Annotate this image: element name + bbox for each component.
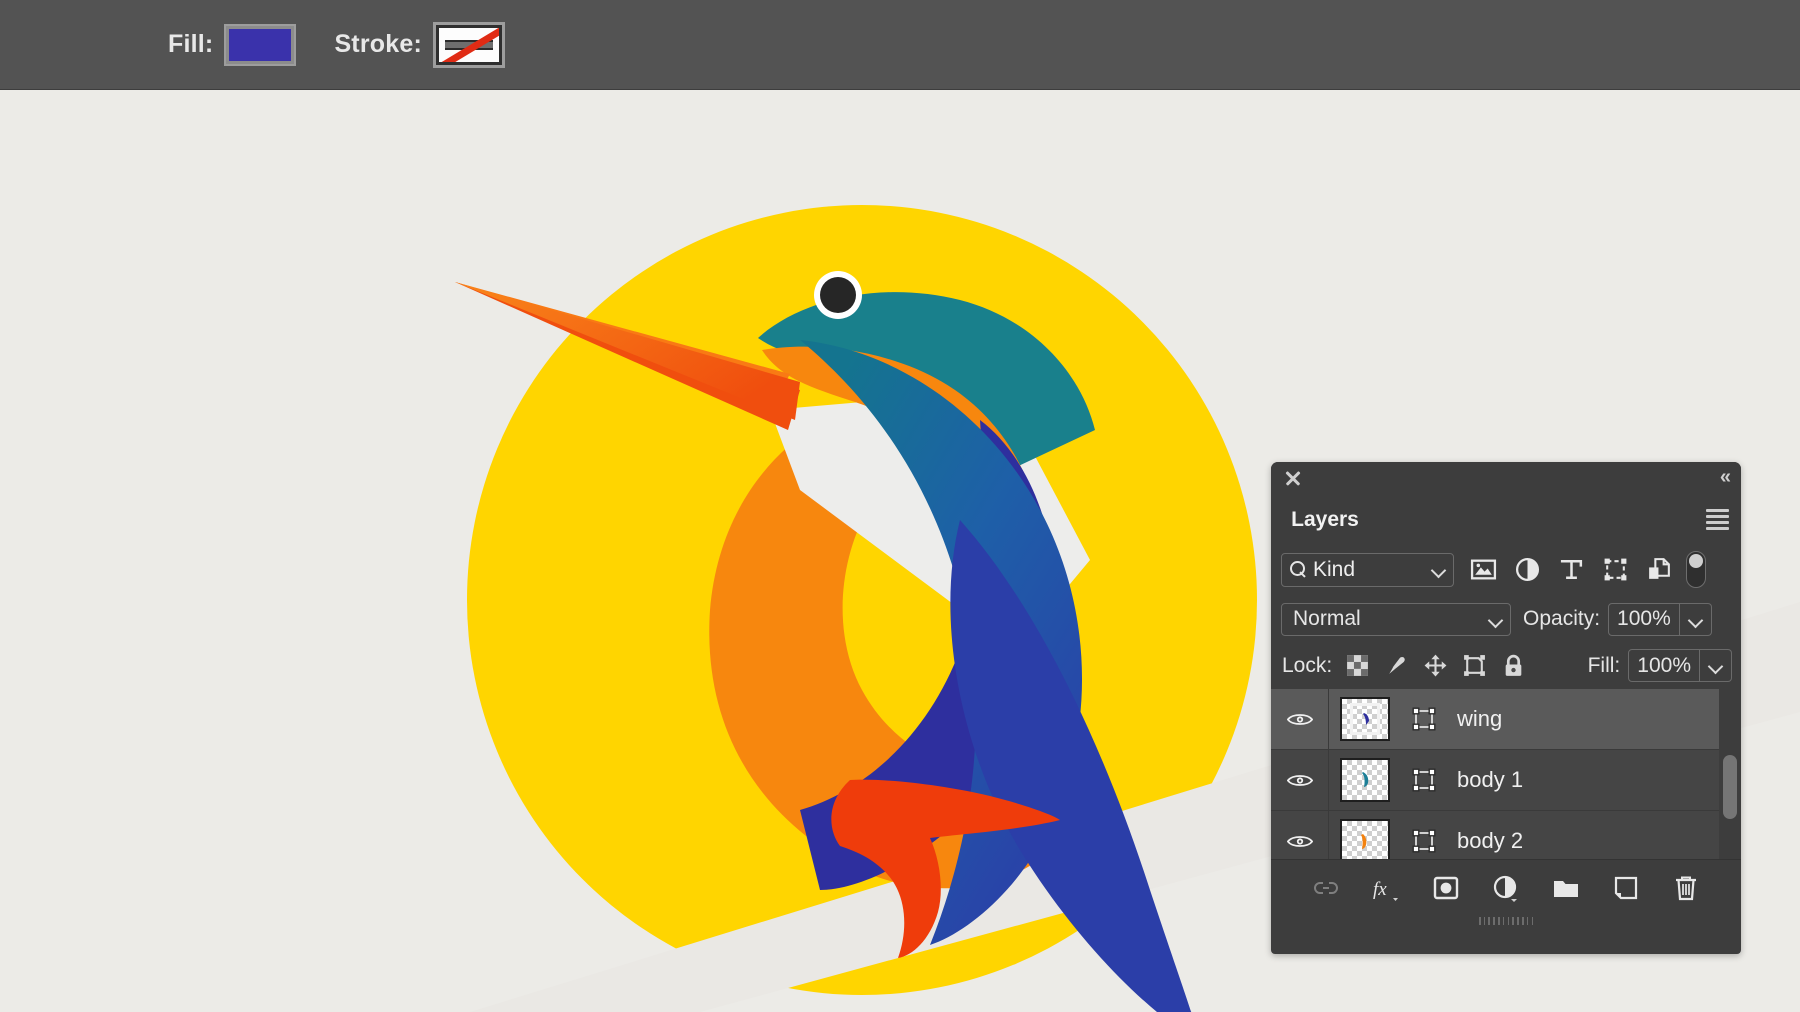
stroke-label: Stroke: (334, 30, 422, 59)
vector-mask-icon[interactable] (1401, 706, 1447, 732)
layer-row[interactable]: body 2 (1271, 811, 1741, 859)
search-icon (1290, 561, 1307, 578)
link-layers-button[interactable] (1311, 873, 1341, 903)
panel-tab-row: Layers (1271, 496, 1741, 543)
adjustment-icon (1491, 873, 1521, 903)
trash-icon (1671, 873, 1701, 903)
new-layer-icon (1611, 873, 1641, 903)
layer-name[interactable]: body 2 (1447, 828, 1523, 854)
add-layer-mask-button[interactable] (1431, 873, 1461, 903)
opacity-stepper[interactable] (1680, 603, 1712, 636)
new-layer-button[interactable] (1611, 873, 1641, 903)
options-bar: Fill: Stroke: (0, 0, 1800, 90)
layer-style-button[interactable]: fx (1371, 873, 1401, 903)
vector-mask-icon[interactable] (1401, 767, 1447, 793)
eye-pupil (820, 277, 856, 313)
filter-adjustment-layers-icon[interactable] (1514, 556, 1541, 583)
new-group-button[interactable] (1551, 873, 1581, 903)
eye-icon (1287, 711, 1313, 728)
layer-name[interactable]: wing (1447, 706, 1502, 732)
vector-mask-icon[interactable] (1401, 828, 1447, 854)
panel-bottom-toolbar: fx (1271, 859, 1741, 915)
delete-layer-button[interactable] (1671, 873, 1701, 903)
fill-label: Fill: (168, 30, 213, 59)
chevron-down-icon (1489, 613, 1502, 626)
lock-artboard-nesting-icon[interactable] (1462, 653, 1487, 678)
filter-type-layers-icon[interactable] (1558, 556, 1585, 583)
filter-shape-layers-icon[interactable] (1602, 556, 1629, 583)
lock-row: Lock: Fill: 100% (1271, 642, 1741, 689)
fx-icon: fx (1371, 873, 1401, 903)
filter-pixel-layers-icon[interactable] (1470, 556, 1497, 583)
filter-smart-object-icon[interactable] (1646, 556, 1673, 583)
stroke-none-icon (439, 28, 499, 62)
layer-filter-row: Kind (1271, 543, 1741, 596)
blend-mode-value: Normal (1293, 607, 1489, 631)
svg-text:fx: fx (1373, 879, 1387, 900)
layer-list[interactable]: wing (1271, 689, 1741, 859)
panel-resize-grip[interactable] (1271, 915, 1741, 927)
close-icon[interactable] (1283, 468, 1303, 488)
chevron-down-icon (1709, 659, 1722, 672)
filter-kind-label: Kind (1307, 558, 1432, 582)
filter-enable-toggle[interactable] (1686, 551, 1706, 588)
layer-thumbnail[interactable] (1329, 697, 1401, 741)
layer-visibility-toggle[interactable] (1271, 811, 1329, 859)
new-adjustment-layer-button[interactable] (1491, 873, 1521, 903)
collapse-double-chevron-icon[interactable]: « (1720, 467, 1729, 487)
eye-icon (1287, 772, 1313, 789)
fill-color-swatch[interactable] (224, 24, 296, 66)
layer-thumbnail[interactable] (1329, 819, 1401, 859)
fill-opacity-stepper[interactable] (1700, 649, 1732, 682)
layer-thumbnail[interactable] (1329, 758, 1401, 802)
layer-row[interactable]: body 1 (1271, 750, 1741, 811)
mask-icon (1431, 873, 1461, 903)
lock-position-icon[interactable] (1423, 653, 1448, 678)
lock-label: Lock: (1282, 654, 1332, 678)
panel-titlebar[interactable]: « (1271, 462, 1741, 496)
layers-panel[interactable]: « Layers Kind (1271, 462, 1741, 954)
blend-opacity-row: Normal Opacity: 100% (1271, 596, 1741, 642)
fill-opacity-label: Fill: (1588, 654, 1621, 678)
chevron-down-icon (1432, 563, 1445, 576)
lock-transparent-pixels-icon[interactable] (1345, 653, 1370, 678)
tab-layers-label: Layers (1291, 508, 1359, 532)
eye-icon (1287, 833, 1313, 850)
chevron-down-icon (1689, 613, 1702, 626)
fill-opacity-input[interactable]: 100% (1628, 649, 1700, 682)
stroke-color-swatch[interactable] (433, 22, 505, 68)
filter-kind-select[interactable]: Kind (1281, 553, 1454, 587)
layer-visibility-toggle[interactable] (1271, 689, 1329, 749)
opacity-input[interactable]: 100% (1608, 603, 1680, 636)
link-icon (1311, 873, 1341, 903)
tab-row-empty (1379, 496, 1741, 543)
lock-all-icon[interactable] (1501, 653, 1526, 678)
fill-swatch-icon (229, 29, 291, 61)
layer-visibility-toggle[interactable] (1271, 750, 1329, 810)
blend-mode-select[interactable]: Normal (1281, 603, 1511, 636)
tab-layers[interactable]: Layers (1271, 496, 1379, 543)
lock-image-pixels-icon[interactable] (1384, 653, 1409, 678)
panel-menu-icon[interactable] (1706, 509, 1729, 528)
opacity-label: Opacity: (1523, 607, 1600, 631)
folder-icon (1551, 873, 1581, 903)
layer-name[interactable]: body 1 (1447, 767, 1523, 793)
layer-row[interactable]: wing (1271, 689, 1741, 750)
layer-list-scrollbar-thumb[interactable] (1723, 755, 1737, 819)
